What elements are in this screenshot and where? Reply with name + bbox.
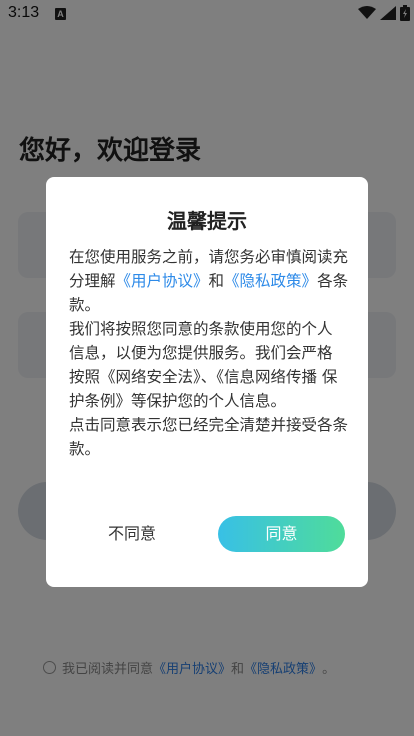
- dialog-privacy-policy-link[interactable]: 《隐私政策》: [224, 272, 317, 290]
- dialog-body: 在您使用服务之前，请您务必审慎阅读充分理解《用户协议》和《隐私政策》各条款。 我…: [69, 245, 349, 461]
- dialog-title: 温馨提示: [167, 209, 247, 233]
- dialog-paragraph-1: 在您使用服务之前，请您务必审慎阅读充分理解《用户协议》和《隐私政策》各条款。: [69, 245, 349, 317]
- dialog-paragraph-3: 点击同意表示您已经完全清楚并接受各条款。: [69, 416, 349, 458]
- agree-button[interactable]: 同意: [218, 516, 345, 552]
- privacy-dialog: 温馨提示 在您使用服务之前，请您务必审慎阅读充分理解《用户协议》和《隐私政策》各…: [46, 177, 368, 587]
- dialog-paragraph-2: 我们将按照您同意的条款使用您的个人 信息，以便为您提供服务。我们会严格 按照《网…: [69, 320, 338, 410]
- para1-and: 和: [208, 272, 225, 290]
- dialog-user-agreement-link[interactable]: 《用户协议》: [116, 272, 209, 290]
- disagree-button[interactable]: 不同意: [90, 516, 174, 552]
